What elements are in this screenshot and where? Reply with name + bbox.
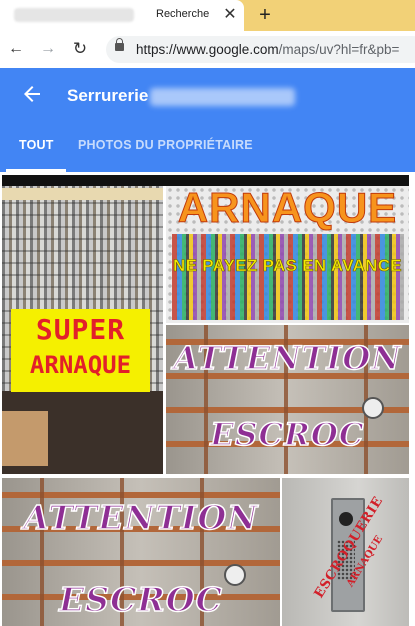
overlay-text-attention: ATTENTION bbox=[23, 497, 259, 538]
url-text: https://www.google.com/maps/uv?hl=fr&pb= bbox=[136, 42, 400, 57]
browser-tab[interactable]: Recherche ✕ bbox=[0, 0, 244, 31]
photo-grid: SUPER ARNAQUE ARNAQUE NE PAYEZ PAS EN AV… bbox=[0, 172, 415, 626]
tab-tout[interactable]: TOUT bbox=[19, 138, 54, 152]
reload-icon[interactable]: ↻ bbox=[70, 39, 90, 59]
back-arrow-icon[interactable]: ← bbox=[6, 39, 26, 59]
new-tab-button[interactable]: + bbox=[254, 3, 276, 27]
photo-key-wall-super-arnaque[interactable]: SUPER ARNAQUE bbox=[2, 186, 163, 474]
gauge-image bbox=[362, 397, 384, 419]
tab-photos-proprietaire[interactable]: PHOTOS DU PROPRIÉTAIRE bbox=[78, 138, 253, 152]
overlay-text-escroc: ESCROC bbox=[58, 579, 223, 620]
photo-tabs: TOUT PHOTOS DU PROPRIÉTAIRE bbox=[0, 130, 415, 172]
maps-photo-header: Serrurerie TOUT PHOTOS DU PROPRIÉTAIRE bbox=[0, 68, 415, 172]
tab-title: Recherche bbox=[156, 8, 210, 20]
browser-toolbar: ← → ↻ https://www.google.com/maps/uv?hl=… bbox=[0, 31, 415, 69]
photo-pipes-attention-escroc-2[interactable]: ATTENTION ESCROC bbox=[2, 478, 280, 626]
overlay-text-super: SUPER bbox=[35, 313, 126, 346]
yellow-warning-panel: SUPER ARNAQUE bbox=[11, 309, 150, 392]
place-title: Serrurerie bbox=[67, 86, 149, 105]
keys-image bbox=[172, 234, 404, 320]
close-tab-icon[interactable]: ✕ bbox=[220, 4, 240, 26]
lock-icon bbox=[115, 38, 124, 51]
overlay-text-ne-payez-pas: NE PAYEZ PAS EN AVANCE bbox=[173, 256, 402, 276]
shop-signs bbox=[2, 188, 163, 200]
overlay-text-arnaque: ARNAQUE bbox=[29, 351, 132, 379]
photo-keys-arnaque[interactable]: ARNAQUE NE PAYEZ PAS EN AVANCE bbox=[166, 186, 409, 323]
photo-intercom-escroquerie[interactable]: ESCROQUERIE ARNAQUE bbox=[282, 478, 409, 626]
camera-lens-image bbox=[339, 512, 353, 526]
arrow-left-icon[interactable] bbox=[20, 82, 44, 106]
blurred-tab-content bbox=[14, 8, 134, 22]
browser-tab-strip: Recherche ✕ + bbox=[0, 0, 415, 31]
blurred-place-name bbox=[150, 88, 295, 106]
photo-strip-edge bbox=[2, 175, 409, 186]
overlay-text-escroc: ESCROC bbox=[210, 416, 365, 454]
forward-arrow-icon[interactable]: → bbox=[38, 39, 58, 59]
overlay-text-arnaque: ARNAQUE bbox=[177, 186, 398, 232]
address-bar[interactable]: https://www.google.com/maps/uv?hl=fr&pb= bbox=[106, 36, 415, 63]
cardboard-box-image bbox=[2, 411, 48, 466]
photo-pipes-attention-escroc[interactable]: ATTENTION ESCROC bbox=[166, 325, 409, 474]
overlay-text-attention: ATTENTION bbox=[173, 338, 402, 378]
